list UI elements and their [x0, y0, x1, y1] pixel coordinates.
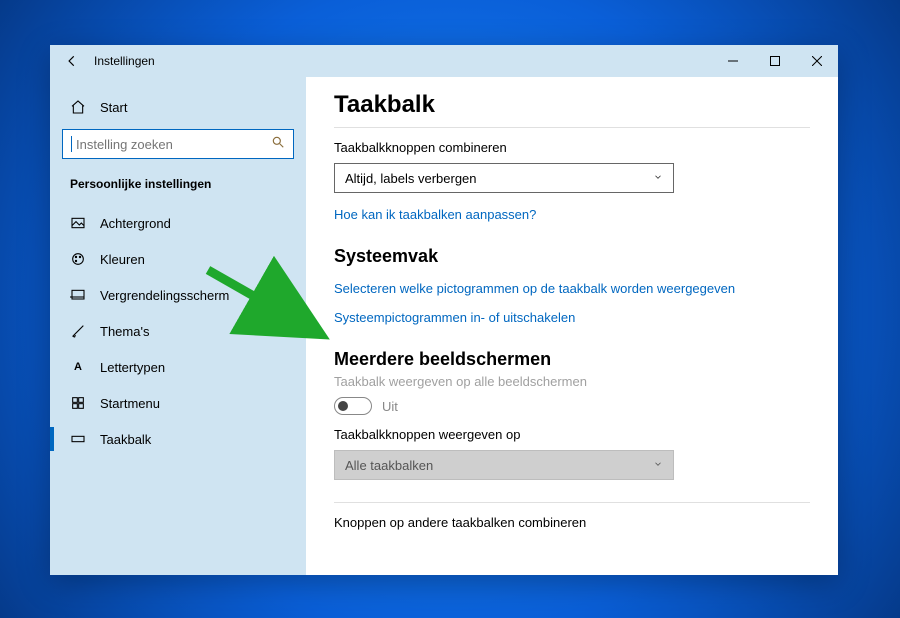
dropdown-value: Altijd, labels verbergen: [345, 171, 477, 186]
divider: [334, 127, 810, 128]
close-button[interactable]: [796, 45, 838, 77]
multi-monitor-heading: Meerdere beeldschermen: [334, 349, 810, 370]
systray-select-icons-link[interactable]: Selecteren welke pictogrammen op de taak…: [334, 281, 810, 296]
combine-dropdown[interactable]: Altijd, labels verbergen: [334, 163, 674, 193]
sidebar-item-fonts[interactable]: A Lettertypen: [58, 349, 298, 385]
sidebar-item-label: Achtergrond: [100, 216, 171, 231]
picture-icon: [70, 215, 86, 231]
sidebar-item-label: Kleuren: [100, 252, 145, 267]
sidebar-section-label: Persoonlijke instellingen: [58, 171, 298, 205]
back-button[interactable]: [64, 53, 80, 69]
text-cursor: [71, 136, 72, 152]
sidebar-item-lockscreen[interactable]: Vergrendelingsscherm: [58, 277, 298, 313]
multi-toggle-state: Uit: [382, 399, 398, 414]
sidebar: Start Persoonlijke instellingen Achtergr…: [50, 77, 306, 575]
combine-label: Taakbalkknoppen combineren: [334, 140, 810, 155]
multi-toggle[interactable]: [334, 397, 372, 415]
chevron-down-icon: [653, 459, 663, 472]
chevron-down-icon: [653, 172, 663, 185]
titlebar: Instellingen: [50, 45, 838, 77]
multi-toggle-label: Taakbalk weergeven op alle beeldschermen: [334, 374, 810, 389]
divider: [334, 502, 810, 503]
window-title: Instellingen: [94, 54, 155, 68]
sidebar-item-startmenu[interactable]: Startmenu: [58, 385, 298, 421]
sidebar-item-label: Vergrendelingsscherm: [100, 288, 229, 303]
search-icon: [271, 135, 285, 154]
sidebar-item-label: Taakbalk: [100, 432, 151, 447]
help-link[interactable]: Hoe kan ik taakbalken aanpassen?: [334, 207, 810, 222]
home-icon: [70, 99, 86, 115]
systray-toggle-icons-link[interactable]: Systeempictogrammen in- of uitschakelen: [334, 310, 810, 325]
lockscreen-icon: [70, 287, 86, 303]
search-input[interactable]: [76, 137, 271, 152]
sidebar-item-background[interactable]: Achtergrond: [58, 205, 298, 241]
home-label: Start: [100, 100, 127, 115]
maximize-button[interactable]: [754, 45, 796, 77]
brush-icon: [70, 323, 86, 339]
sidebar-item-label: Startmenu: [100, 396, 160, 411]
other-combine-label: Knoppen op andere taakbalken combineren: [334, 515, 810, 530]
font-icon: A: [70, 359, 86, 375]
dropdown-value: Alle taakbalken: [345, 458, 433, 473]
palette-icon: [70, 251, 86, 267]
sidebar-item-taskbar[interactable]: Taakbalk: [58, 421, 298, 457]
start-icon: [70, 395, 86, 411]
taskbar-icon: [70, 431, 86, 447]
settings-window: Instellingen Start: [50, 45, 838, 575]
sidebar-item-colors[interactable]: Kleuren: [58, 241, 298, 277]
show-on-label: Taakbalkknoppen weergeven op: [334, 427, 810, 442]
minimize-button[interactable]: [712, 45, 754, 77]
content-area[interactable]: Taakbalk Taakbalkknoppen combineren Alti…: [306, 77, 838, 575]
sidebar-item-themes[interactable]: Thema's: [58, 313, 298, 349]
show-on-dropdown: Alle taakbalken: [334, 450, 674, 480]
sidebar-item-label: Thema's: [100, 324, 149, 339]
systray-heading: Systeemvak: [334, 246, 810, 267]
page-title: Taakbalk: [334, 91, 810, 119]
sidebar-item-label: Lettertypen: [100, 360, 165, 375]
home-button[interactable]: Start: [58, 89, 298, 125]
search-box[interactable]: [62, 129, 294, 159]
